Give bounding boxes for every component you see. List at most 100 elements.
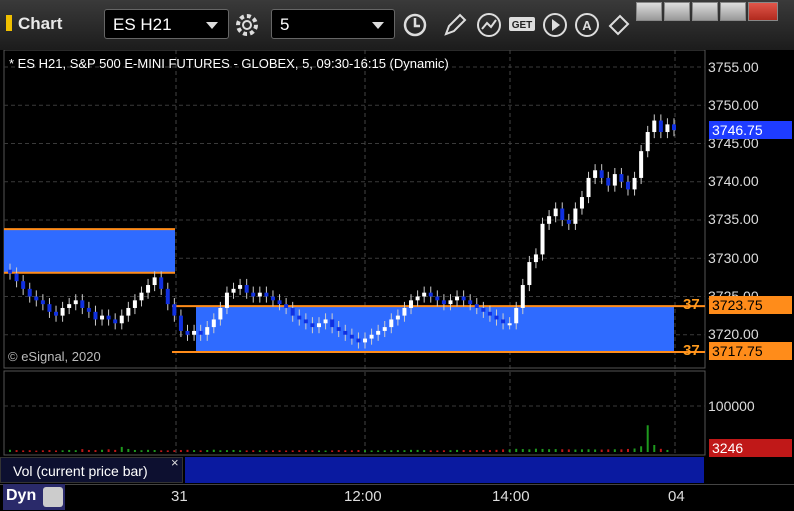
candle [224,292,229,308]
minimize-button[interactable] [692,2,718,21]
candle [527,262,532,286]
candle [316,323,321,328]
volume-pane[interactable] [3,370,706,456]
candle [540,223,545,255]
time-tick: 31 [171,488,188,505]
candle [106,315,111,320]
candle [270,296,275,301]
candle [547,216,552,224]
volume-tick: 100000 [708,398,755,414]
candle [198,330,203,335]
maximize-button[interactable] [720,2,746,21]
candle [159,277,164,289]
candle [343,330,348,335]
price-tick: 3755.00 [708,59,759,75]
pin-button[interactable] [664,2,690,21]
candle [34,296,39,301]
candle [487,311,492,316]
candle [415,296,420,301]
candle [178,315,183,331]
candle [435,296,440,301]
price-tick: 3730.00 [708,250,759,266]
candle [119,315,124,324]
candle [86,307,91,312]
pencil-icon[interactable] [440,10,470,40]
candle [672,124,676,131]
copyright-label: © eSignal, 2020 [8,349,101,364]
toolbar: Chart ES H21 5 GET A [0,0,794,50]
chart-logo-icon [6,15,12,31]
candle [422,292,427,297]
demand-zone [196,306,674,352]
candle [284,304,289,308]
chart-header: * ES H21, S&P 500 E-MINI FUTURES - GLOBE… [9,56,449,71]
volume-strip [185,457,704,483]
candle [132,300,137,308]
price-tick: 3740.00 [708,173,759,189]
candle [323,319,328,324]
candle [185,330,190,335]
level-low-marker: 37 [683,342,700,359]
candle [652,120,657,133]
interval-combo[interactable]: 5 [271,9,395,39]
candle [586,177,591,198]
candle [27,288,32,297]
candle [113,319,118,324]
candle [80,300,85,308]
lock-icon[interactable] [43,487,63,507]
text-icon[interactable]: A [572,10,602,40]
clock-icon[interactable] [400,10,430,40]
level-high-tag: 3723.75 [709,296,792,314]
candle [73,300,78,305]
candle [560,208,565,220]
line-chart-icon[interactable] [474,10,504,40]
candle [658,120,663,133]
candle [330,319,335,328]
candle [152,277,157,286]
candle [205,327,210,335]
candle [146,285,151,293]
price-tick: 3750.00 [708,97,759,113]
current-price-tag: 3746.75 [709,121,792,139]
time-tick: 14:00 [492,488,530,505]
candle [389,319,394,328]
close-icon[interactable]: × [171,455,179,470]
candle [625,181,630,190]
candle [60,307,65,316]
candle [165,288,170,305]
candle [67,304,72,308]
candle [606,177,611,186]
play-icon[interactable] [540,10,570,40]
volume-study-label[interactable]: Vol (current price bar) [0,457,183,483]
candle [192,330,197,335]
chevron-down-icon[interactable] [372,22,384,29]
candle [573,208,578,224]
candle [349,334,354,339]
price-chart[interactable] [0,50,794,510]
candle [218,307,223,320]
candle [231,288,236,293]
candle [520,285,525,308]
chevron-down-icon[interactable] [206,22,218,29]
candle [461,296,466,301]
close-button[interactable] [748,2,778,21]
candle [21,281,26,289]
candle [264,292,269,297]
candle [356,338,361,343]
candle [494,315,499,320]
candle [619,174,624,182]
time-tick: 04 [668,488,685,505]
price-tick: 3720.00 [708,326,759,342]
candle [47,304,52,312]
tag-icon[interactable] [604,10,634,40]
candle [211,319,216,328]
candle [645,132,650,152]
restore-button[interactable] [636,2,662,21]
get-icon[interactable]: GET [507,10,537,40]
candle [632,177,637,190]
candle [244,285,249,293]
candle [376,330,381,335]
gear-icon[interactable] [232,10,262,40]
candle [402,307,407,316]
symbol-combo[interactable]: ES H21 [104,9,229,39]
